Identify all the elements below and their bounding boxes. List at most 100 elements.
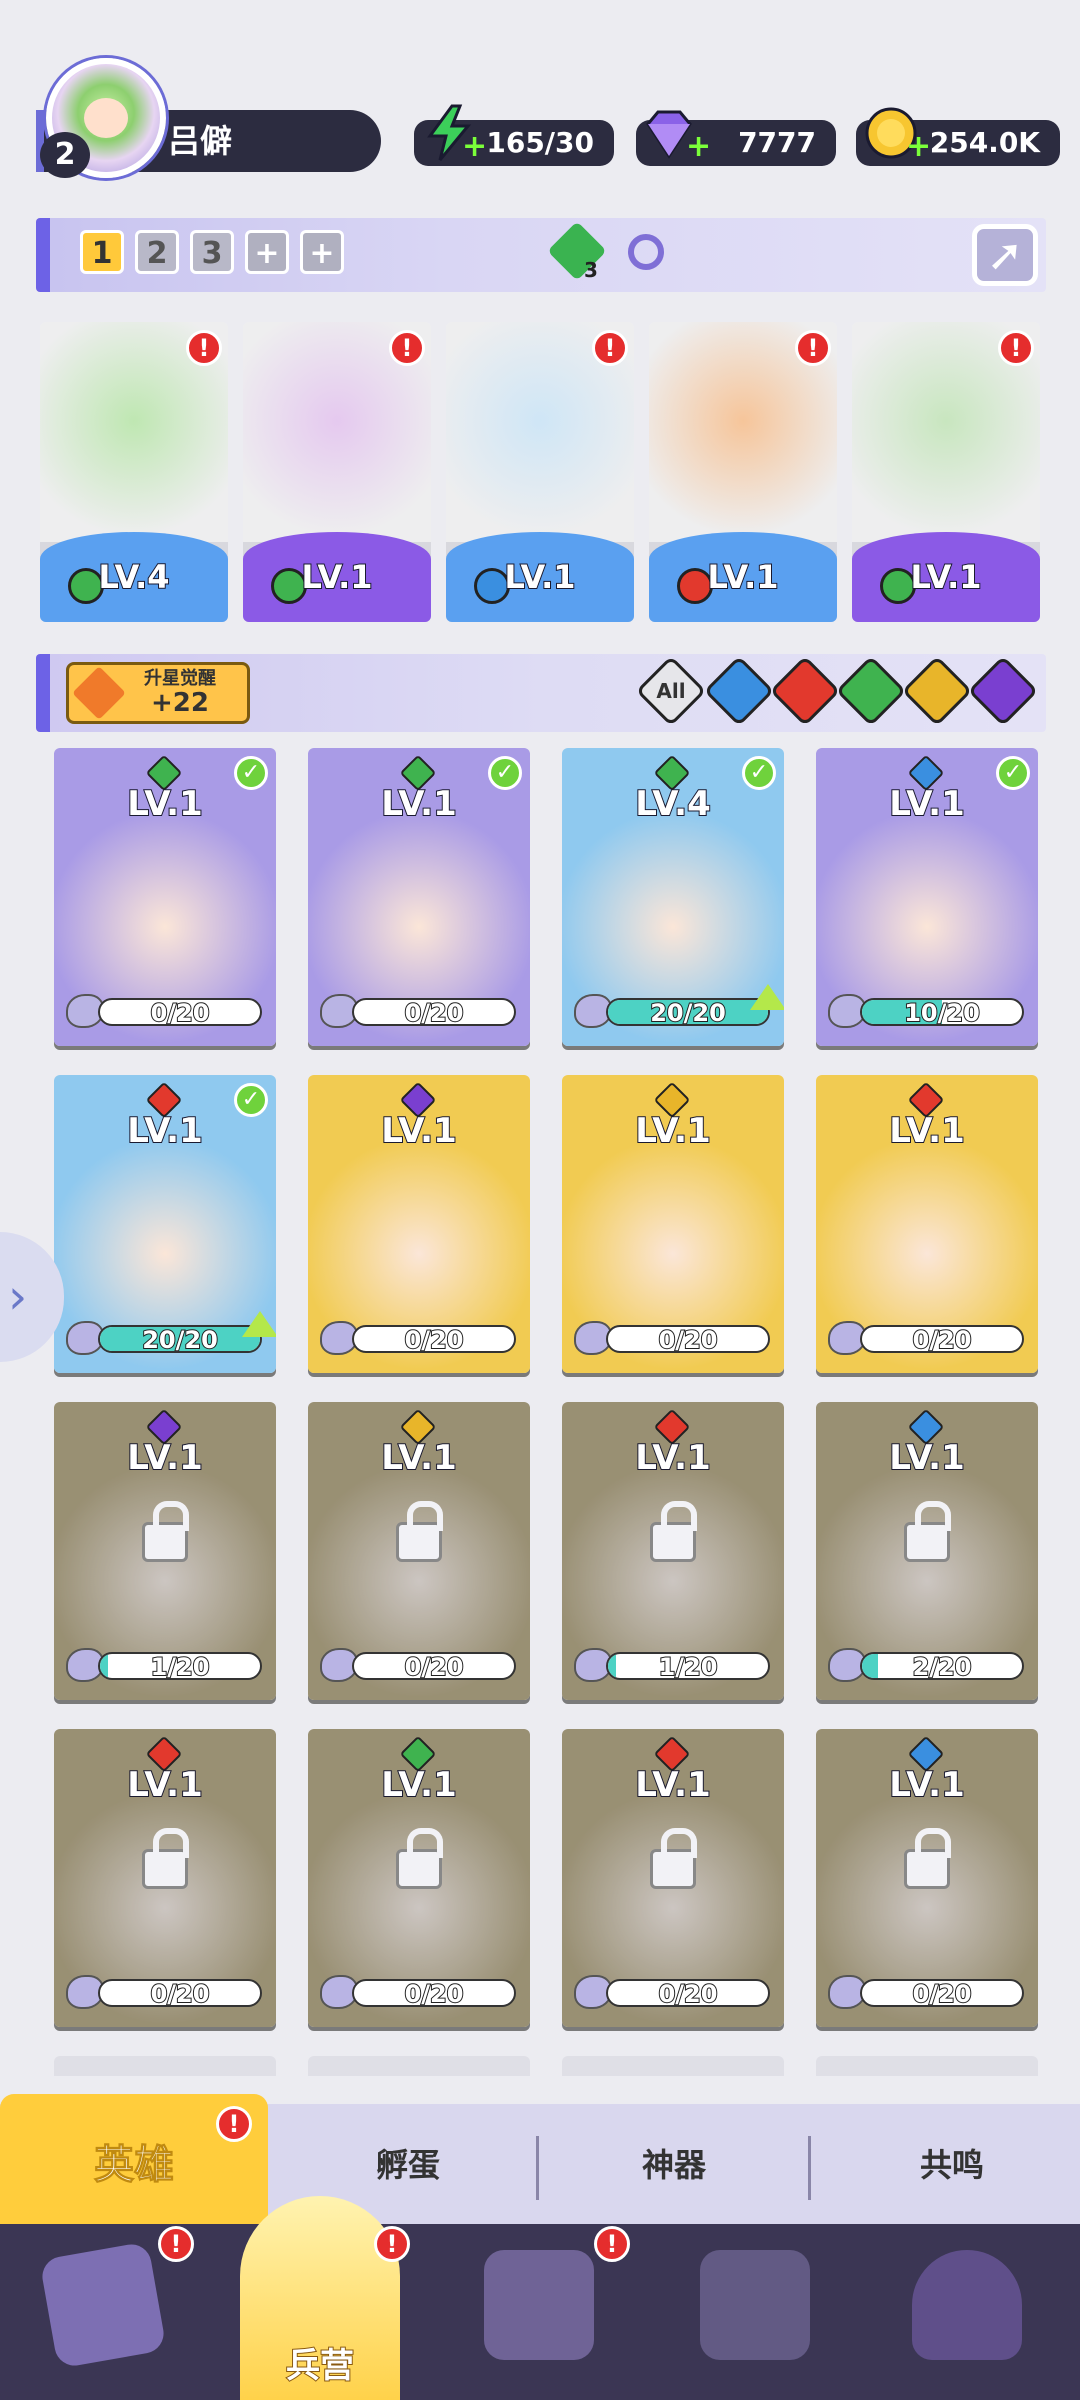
team-hero-card[interactable]: LV.1! <box>446 322 634 622</box>
energy-plus-icon[interactable]: + <box>462 132 487 162</box>
hero-card[interactable]: LV.1 0/20 <box>308 1402 530 1700</box>
hero-card-level: LV.1 <box>634 1110 712 1152</box>
hero-card-level: LV.1 <box>634 1437 712 1479</box>
hero-shard-progress-text: 0/20 <box>658 1326 719 1353</box>
team-slot-2[interactable]: 2 <box>135 230 179 274</box>
hero-card-level: LV.1 <box>634 1764 712 1806</box>
team-slot-add-2[interactable]: + <box>300 230 344 274</box>
gold-plus-icon[interactable]: + <box>906 132 931 162</box>
lock-icon <box>142 1501 189 1562</box>
hero-card-level: LV.1 <box>126 1437 204 1479</box>
upgrade-arrow-icon[interactable] <box>750 984 784 1010</box>
hero-shard-progress: 2/20 <box>860 1652 1024 1680</box>
hero-shard-progress: 20/20 <box>606 998 770 1026</box>
hero-card[interactable]: LV.1 0/20 <box>562 1075 784 1373</box>
tab-resonance[interactable]: 共鸣 <box>852 2130 1052 2200</box>
owned-check-icon: ✓ <box>488 756 522 790</box>
team-card-level: LV.1 <box>909 557 982 597</box>
hero-card[interactable]: LV.1 0/20 <box>308 1075 530 1373</box>
card-stub <box>562 2056 784 2076</box>
gems-plus-icon[interactable]: + <box>686 132 711 162</box>
lock-icon <box>650 1501 697 1562</box>
hero-card[interactable]: LV.1 0/20 <box>562 1729 784 2027</box>
nav-barracks-label: 兵营 <box>285 2345 355 2387</box>
team-card-alert-badge: ! <box>186 330 222 366</box>
hero-card-level: LV.1 <box>380 783 458 825</box>
team-slot-3[interactable]: 3 <box>190 230 234 274</box>
owned-check-icon: ✓ <box>996 756 1030 790</box>
hero-shard-progress: 0/20 <box>98 1979 262 2007</box>
hero-card[interactable]: LV.1 2/20 <box>816 1402 1038 1700</box>
team-slot-add-1[interactable]: + <box>245 230 289 274</box>
nav-mushroom-icon[interactable] <box>912 2250 1022 2360</box>
team-bar <box>36 218 1046 292</box>
nav-cards-icon[interactable] <box>39 2241 167 2369</box>
hero-shard-progress-text: 0/20 <box>912 1326 973 1353</box>
team-card-alert-badge: ! <box>795 330 831 366</box>
player-level-badge: 2 <box>40 132 90 178</box>
hero-card-level: LV.1 <box>380 1764 458 1806</box>
tab-separator <box>536 2136 539 2200</box>
owned-check-icon: ✓ <box>234 1083 268 1117</box>
magnifier-icon[interactable] <box>628 234 664 270</box>
player-name: 吕僻 <box>168 122 233 160</box>
hero-card[interactable]: LV.1 0/20 <box>308 1729 530 2027</box>
hero-card[interactable]: LV.1 0/20 <box>54 1729 276 2027</box>
avatar-face <box>84 98 128 138</box>
tab-artifact[interactable]: 神器 <box>574 2130 774 2200</box>
tab-hatch[interactable]: 孵蛋 <box>308 2130 508 2200</box>
share-button[interactable]: ➚ <box>972 224 1038 286</box>
owned-check-icon: ✓ <box>742 756 776 790</box>
hero-shard-progress: 0/20 <box>352 1652 516 1680</box>
hero-shard-progress: 20/20 <box>98 1325 262 1353</box>
card-stub <box>308 2056 530 2076</box>
owned-check-icon: ✓ <box>234 756 268 790</box>
hero-card[interactable]: LV.1 0/20 ✓ <box>308 748 530 1046</box>
hero-shard-progress-text: 0/20 <box>404 1980 465 2007</box>
awaken-title: 升星觉醒 <box>144 668 216 689</box>
hero-card-level: LV.1 <box>380 1437 458 1479</box>
nav-map-book-icon[interactable] <box>484 2250 594 2360</box>
hero-card[interactable]: LV.1 10/20 ✓ <box>816 748 1038 1046</box>
awaken-value: +22 <box>151 688 209 718</box>
nav-map-alert-badge: ! <box>594 2226 630 2262</box>
hero-card-level: LV.4 <box>634 783 712 825</box>
hero-card-level: LV.1 <box>126 783 204 825</box>
hero-shard-progress-text: 0/20 <box>658 1980 719 2007</box>
hero-card-level: LV.1 <box>888 1764 966 1806</box>
team-slot-1[interactable]: 1 <box>80 230 124 274</box>
hero-card[interactable]: LV.4 20/20 ✓ <box>562 748 784 1046</box>
team-hero-card[interactable]: LV.1! <box>243 322 431 622</box>
hero-card-level: LV.1 <box>380 1110 458 1152</box>
hero-shard-progress: 1/20 <box>98 1652 262 1680</box>
lock-icon <box>396 1828 443 1889</box>
hero-card[interactable]: LV.1 0/20 <box>816 1075 1038 1373</box>
hero-shard-progress-text: 0/20 <box>150 999 211 1026</box>
hero-card-level: LV.1 <box>126 1110 204 1152</box>
team-hero-card[interactable]: LV.1! <box>649 322 837 622</box>
lock-icon <box>904 1501 951 1562</box>
hero-shard-progress-text: 0/20 <box>404 1326 465 1353</box>
team-card-level: LV.1 <box>503 557 576 597</box>
team-hero-card[interactable]: LV.1! <box>852 322 1040 622</box>
hero-shard-progress-text: 20/20 <box>141 1326 219 1353</box>
upgrade-arrow-icon[interactable] <box>242 1311 276 1337</box>
hero-card[interactable]: LV.1 20/20 ✓ <box>54 1075 276 1373</box>
energy-value: 165/30 <box>486 126 594 159</box>
hero-shard-progress-text: 0/20 <box>404 1653 465 1680</box>
nav-locked-shop-icon[interactable] <box>700 2250 810 2360</box>
team-card-level: LV.4 <box>97 557 170 597</box>
team-card-alert-badge: ! <box>998 330 1034 366</box>
hero-shard-progress-text: 10/20 <box>903 999 981 1026</box>
hero-shard-progress: 0/20 <box>352 1325 516 1353</box>
hero-card[interactable]: LV.1 0/20 ✓ <box>54 748 276 1046</box>
hero-shard-progress: 0/20 <box>352 998 516 1026</box>
hero-card[interactable]: LV.1 0/20 <box>816 1729 1038 2027</box>
team-card-alert-badge: ! <box>389 330 425 366</box>
hero-shard-progress: 0/20 <box>860 1325 1024 1353</box>
team-card-alert-badge: ! <box>592 330 628 366</box>
team-hero-card[interactable]: LV.4! <box>40 322 228 622</box>
hero-card[interactable]: LV.1 1/20 <box>562 1402 784 1700</box>
hero-card[interactable]: LV.1 1/20 <box>54 1402 276 1700</box>
tab-heroes-alert-badge: ! <box>216 2106 252 2142</box>
